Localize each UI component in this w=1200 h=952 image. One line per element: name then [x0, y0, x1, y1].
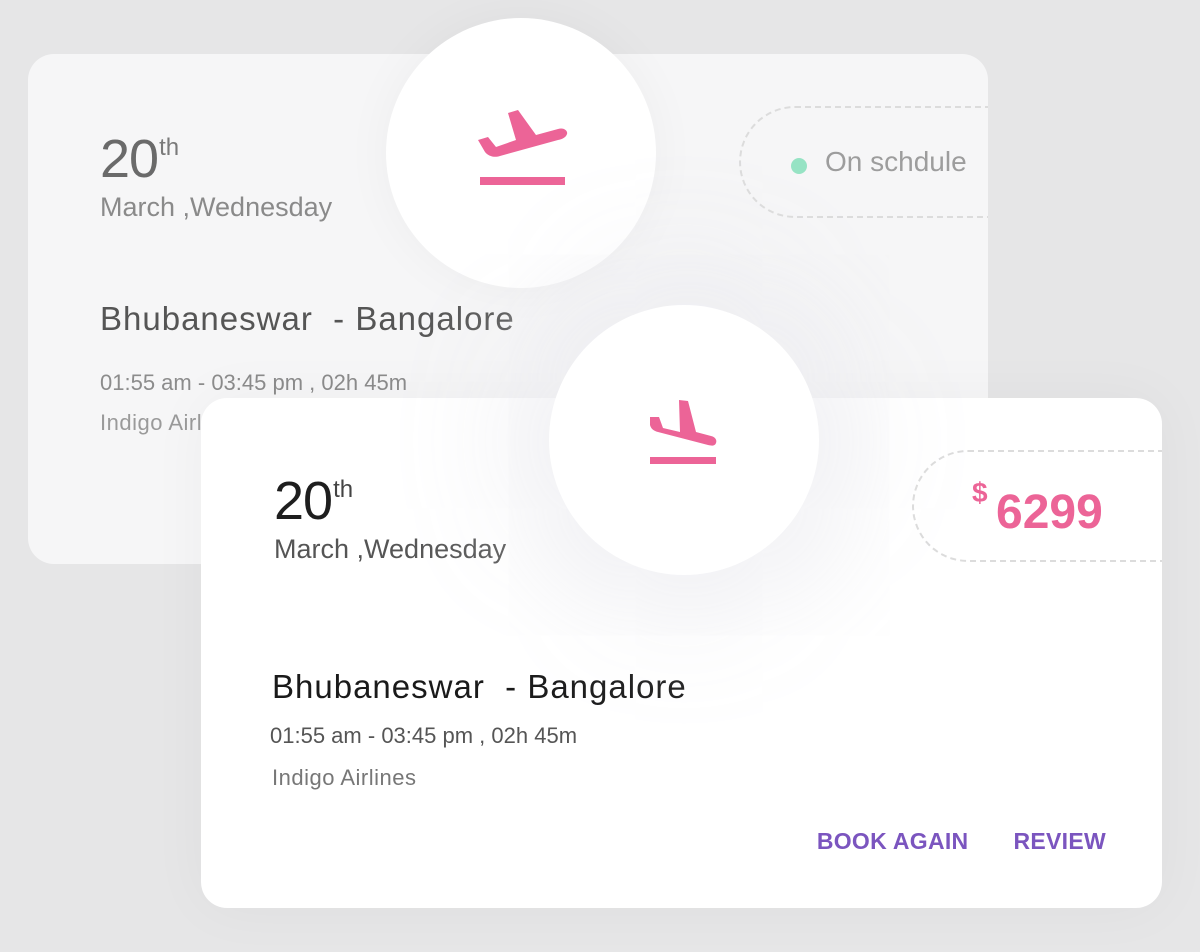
route-destination: - Bangalore — [505, 668, 687, 705]
date-month: March — [274, 534, 350, 564]
date-weekday: Wednesday — [190, 192, 333, 222]
status-text: On schdule — [825, 146, 967, 177]
book-again-button[interactable]: BOOK AGAIN — [817, 828, 969, 855]
date-month-weekday: March ,Wednesday — [274, 534, 506, 565]
route-origin: Bhubaneswar — [272, 668, 485, 705]
airline-name: Indigo Airlines — [272, 765, 417, 790]
time-dash: - — [367, 723, 376, 748]
flight-times: 01:55 am - 03:45 pm , 02h 45m — [270, 723, 577, 749]
flight-date: 20th March ,Wednesday — [274, 474, 506, 565]
flight-times: 01:55 am - 03:45 pm , 02h 45m — [100, 370, 407, 396]
status-dot-icon — [791, 158, 807, 174]
card-actions: BOOK AGAIN REVIEW — [817, 828, 1106, 855]
flight-icon-badge — [549, 305, 819, 575]
date-suffix: th — [333, 476, 354, 503]
depart-time: 01:55 am — [270, 723, 362, 748]
flight-route: Bhubaneswar - Bangalore — [272, 668, 687, 706]
duration-minutes: 45m — [534, 723, 578, 748]
flight-date: 20th March ,Wednesday — [100, 132, 332, 223]
flight-icon-badge — [386, 18, 656, 288]
price-pill: $ 6299 — [912, 450, 1162, 562]
route-destination: - Bangalore — [333, 300, 515, 337]
review-button[interactable]: REVIEW — [1013, 828, 1106, 855]
duration-hours: 02h — [321, 370, 359, 395]
flight-takeoff-icon — [478, 110, 568, 185]
date-month: March — [100, 192, 176, 222]
date-suffix: th — [159, 134, 180, 161]
status-pill: On schdule — [739, 106, 988, 218]
flight-land-icon — [650, 400, 717, 464]
duration-minutes: 45m — [364, 370, 408, 395]
depart-time: 01:55 am — [100, 370, 192, 395]
arrive-time: 03:45 pm — [211, 370, 304, 395]
date-day: 20 — [274, 471, 333, 531]
date-separator: , — [356, 534, 365, 564]
date-weekday: Wednesday — [364, 534, 507, 564]
time-comma: , — [309, 370, 316, 395]
time-dash: - — [197, 370, 206, 395]
price-currency: $ — [972, 477, 988, 508]
arrive-time: 03:45 pm — [381, 723, 474, 748]
duration-hours: 02h — [491, 723, 529, 748]
flight-route: Bhubaneswar - Bangalore — [100, 300, 515, 338]
date-separator: , — [182, 192, 191, 222]
price-value: 6299 — [996, 486, 1103, 539]
route-origin: Bhubaneswar — [100, 300, 313, 337]
date-month-weekday: March ,Wednesday — [100, 192, 332, 223]
time-comma: , — [479, 723, 486, 748]
date-day: 20 — [100, 129, 159, 189]
